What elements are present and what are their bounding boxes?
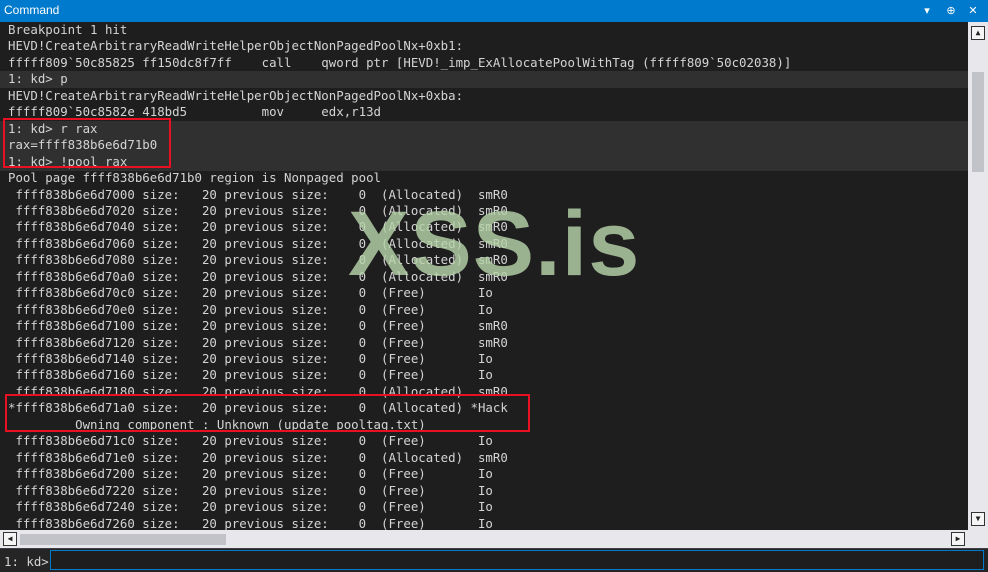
output-line: ffff838b6e6d7140 size: 20 previous size:…	[8, 351, 493, 366]
output-line: ffff838b6e6d7100 size: 20 previous size:…	[8, 318, 508, 333]
close-icon[interactable]: ✕	[964, 2, 982, 20]
window-titlebar: Command ▾ ⊕ ✕	[0, 0, 988, 22]
output-line: ffff838b6e6d71c0 size: 20 previous size:…	[8, 433, 493, 448]
output-line: 1: kd> p	[8, 71, 68, 86]
scrollbar-corner	[968, 530, 988, 548]
output-line: fffff809`50c85825 ff150dc8f7ff call qwor…	[8, 55, 792, 70]
output-line: HEVD!CreateArbitraryReadWriteHelperObjec…	[8, 38, 464, 53]
scroll-up-icon[interactable]: ▲	[971, 26, 985, 40]
horizontal-scroll-thumb[interactable]	[20, 534, 226, 545]
output-line: ffff838b6e6d71e0 size: 20 previous size:…	[8, 450, 508, 465]
output-line: ffff838b6e6d7260 size: 20 previous size:…	[8, 516, 493, 530]
output-line: ffff838b6e6d7120 size: 20 previous size:…	[8, 335, 508, 350]
vertical-scroll-thumb[interactable]	[972, 72, 984, 172]
scroll-down-icon[interactable]: ▼	[971, 512, 985, 526]
horizontal-scrollbar[interactable]: ◀ ▶	[0, 530, 968, 548]
window-title: Command	[4, 3, 60, 17]
command-bar: 1: kd>	[0, 548, 988, 572]
command-prompt-label: 1: kd>	[4, 554, 49, 569]
output-line: ffff838b6e6d7200 size: 20 previous size:…	[8, 466, 493, 481]
command-output-pane[interactable]: Breakpoint 1 hit HEVD!CreateArbitraryRead…	[0, 22, 968, 530]
output-line: Pool page ffff838b6e6d71b0 region is Non…	[8, 170, 381, 185]
watermark: XSS.is	[348, 193, 641, 295]
output-line: ffff838b6e6d7160 size: 20 previous size:…	[8, 367, 493, 382]
highlight-box-hack-allocation	[5, 394, 530, 432]
scroll-left-icon[interactable]: ◀	[3, 532, 17, 546]
pin-icon[interactable]: ⊕	[942, 2, 960, 20]
scroll-right-icon[interactable]: ▶	[951, 532, 965, 546]
command-input[interactable]	[50, 550, 984, 570]
window-dropdown-icon[interactable]: ▾	[918, 2, 936, 20]
output-line: Breakpoint 1 hit	[8, 22, 128, 37]
output-line: ffff838b6e6d7220 size: 20 previous size:…	[8, 483, 493, 498]
vertical-scrollbar[interactable]: ▲ ▼	[968, 22, 988, 530]
output-line: ffff838b6e6d7240 size: 20 previous size:…	[8, 499, 493, 514]
output-line: ffff838b6e6d70e0 size: 20 previous size:…	[8, 302, 493, 317]
command-line-highlight	[0, 71, 968, 88]
output-line: HEVD!CreateArbitraryReadWriteHelperObjec…	[8, 88, 464, 103]
highlight-box-r-rax	[3, 118, 171, 168]
